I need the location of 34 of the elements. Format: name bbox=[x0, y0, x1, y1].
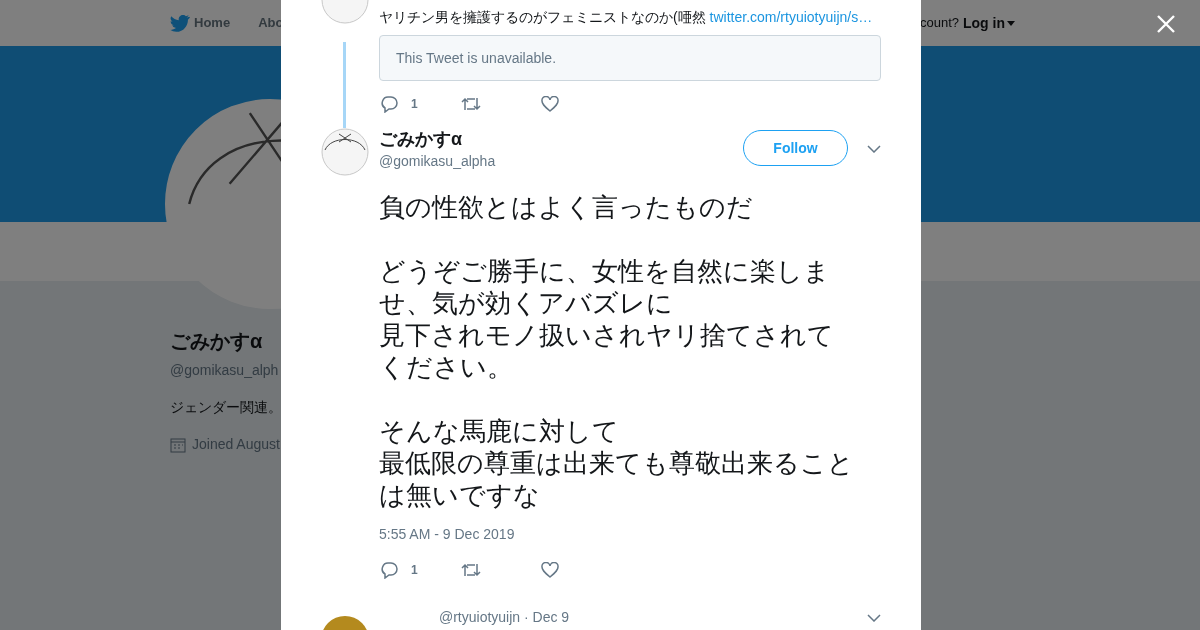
reply-meta: @rtyuiotyuijn · Dec 9 bbox=[439, 608, 570, 627]
chevron-down-icon[interactable] bbox=[867, 614, 881, 622]
author-name: ごみかすα bbox=[379, 128, 464, 150]
bird-icon bbox=[170, 14, 190, 32]
calendar-icon bbox=[170, 436, 186, 453]
join-date: Joined August bbox=[192, 435, 280, 454]
profile-bio: ジェンダー関連。 bbox=[170, 398, 282, 417]
nav-link[interactable]: Home bbox=[170, 13, 231, 33]
account-prompt: count? bbox=[919, 14, 959, 33]
author-handle: @gomikasu_alpha bbox=[379, 152, 496, 171]
heart-icon[interactable] bbox=[541, 96, 559, 112]
tweet-text: ヤリチン男を擁護するのがフェミニストなのか(唖然 bbox=[379, 9, 707, 25]
tweet-text-line: 最低限の尊重は出来ても尊敬出来ることは無いですな bbox=[379, 447, 855, 511]
tweet-text-line: 負の性欲とはよく言ったものだ bbox=[379, 191, 754, 223]
unavailable-notice: This Tweet is unavailable. bbox=[396, 48, 557, 68]
login-link[interactable]: Log in bbox=[963, 12, 1015, 34]
tweet-text-line: そんな馬鹿に対して bbox=[379, 415, 620, 447]
user-avatar bbox=[321, 128, 369, 176]
close-icon[interactable] bbox=[1156, 14, 1176, 34]
retweet-icon[interactable] bbox=[461, 96, 481, 112]
heart-icon[interactable] bbox=[541, 562, 559, 578]
reply-count: 1 bbox=[411, 96, 418, 113]
chevron-down-icon[interactable] bbox=[867, 145, 881, 153]
profile-handle: @gomikasu_alph bbox=[170, 361, 280, 380]
reply-count: 1 bbox=[411, 562, 418, 579]
tweet-text-line: 見下されモノ扱いされヤリ捨てされてください。 bbox=[379, 319, 835, 383]
tweet-timestamp: 5:55 AM - 9 Dec 2019 bbox=[379, 525, 515, 544]
profile-name: ごみかすα bbox=[170, 329, 264, 354]
reply-icon[interactable] bbox=[381, 95, 399, 113]
tweet-text-line: どうぞご勝手に、女性を自然に楽しませ、気が効くアバズレに bbox=[379, 255, 831, 319]
retweet-icon[interactable] bbox=[461, 562, 481, 578]
reply-icon[interactable] bbox=[381, 561, 399, 579]
caret-icon bbox=[1007, 20, 1015, 26]
tweet-link[interactable]: twitter.com/rtyuiotyuijn/s… bbox=[709, 9, 873, 25]
